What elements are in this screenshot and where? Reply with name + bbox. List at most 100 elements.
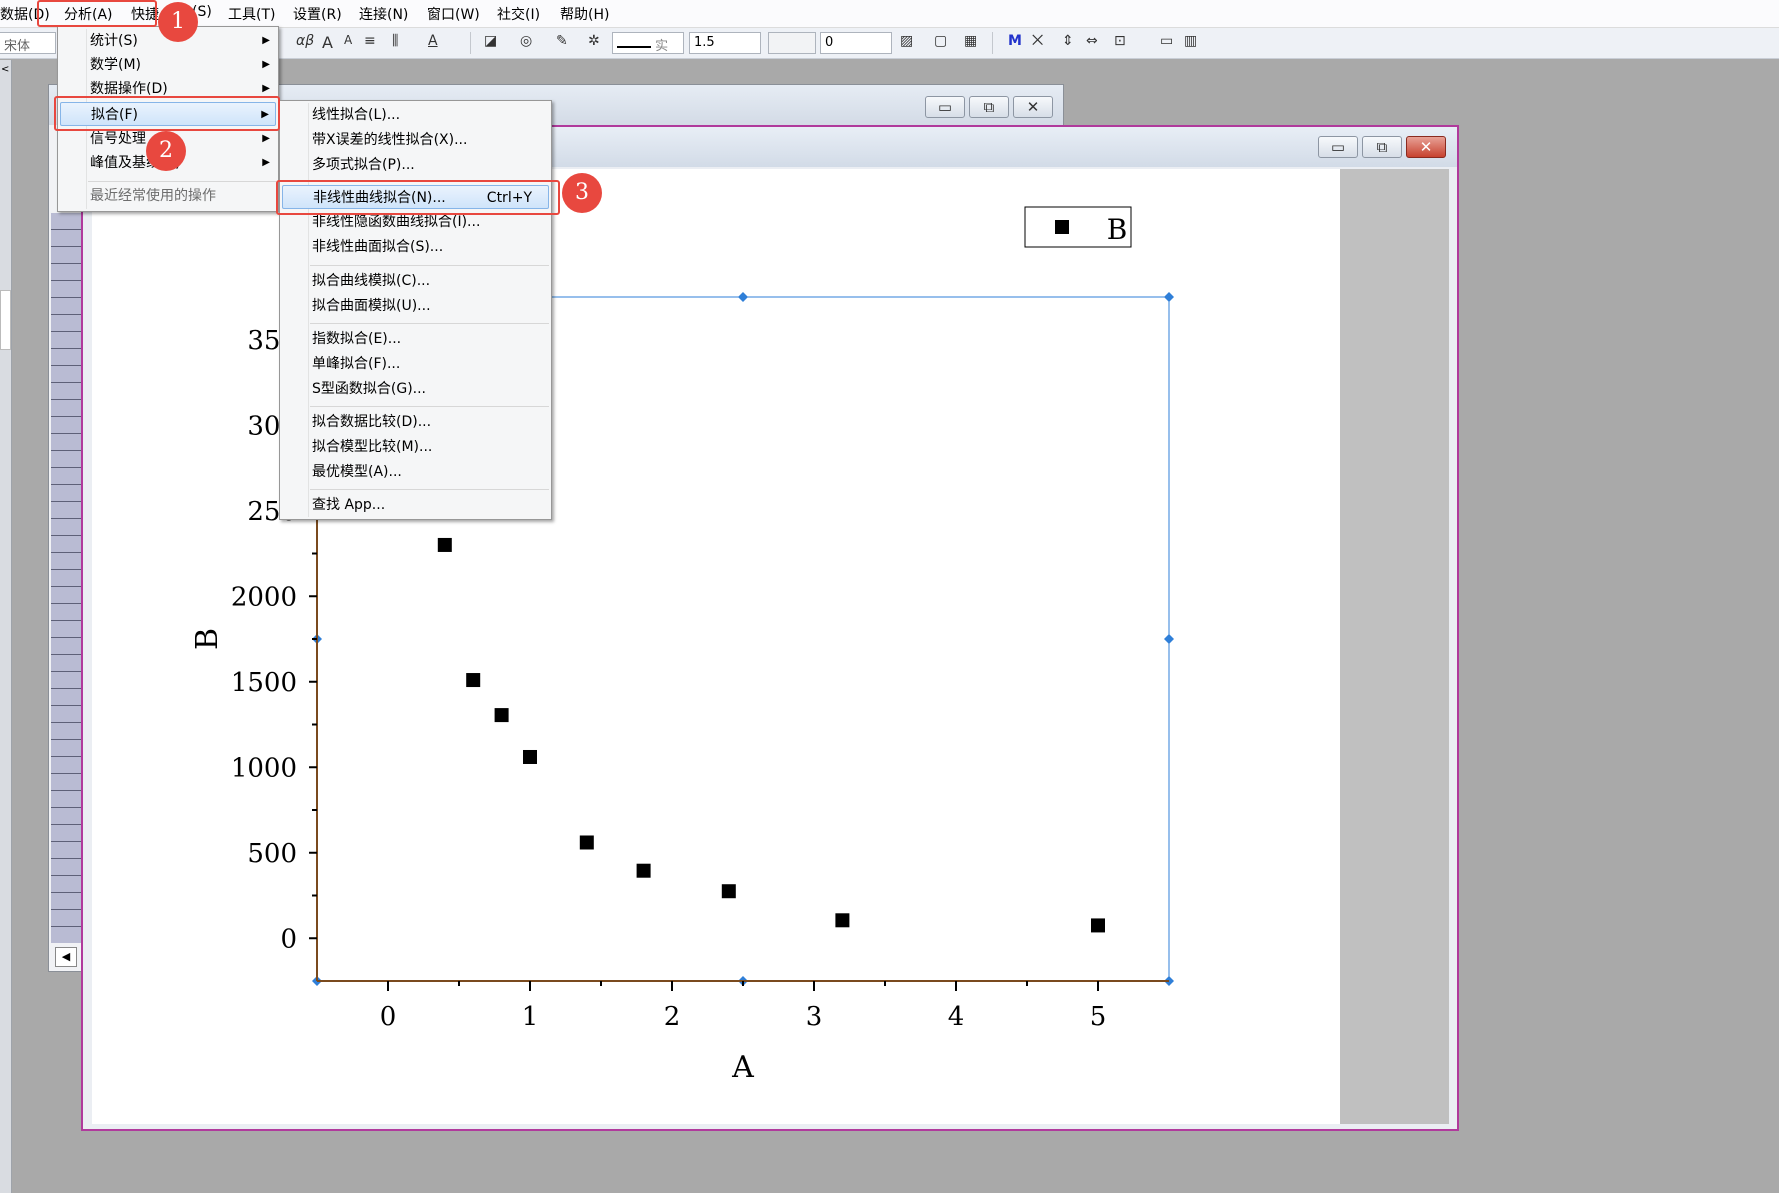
menu-item-recent-operations[interactable]: 最近经常使用的操作: [60, 184, 276, 208]
graph-minimize-button[interactable]: ▭: [1318, 136, 1358, 158]
dock-panel-tab[interactable]: [0, 290, 11, 350]
menu-item-label: 拟合曲线模拟(C)...: [312, 273, 431, 289]
distribute-h-icon[interactable]: ⇔: [1086, 33, 1098, 49]
menu-tools[interactable]: 工具(T): [228, 4, 275, 24]
line-color-icon[interactable]: ✎: [556, 33, 568, 49]
menu-item-linear-fit-x-error[interactable]: 带X误差的线性拟合(X)...: [282, 128, 549, 152]
collapse-icon[interactable]: <: [1, 64, 9, 75]
data-point: [466, 673, 481, 688]
menu-item-compare-models[interactable]: 拟合模型比较(M)...: [282, 435, 549, 459]
color-select[interactable]: [768, 32, 816, 54]
step-badge-3: 3: [562, 173, 602, 213]
menu-help[interactable]: 帮助(H): [560, 4, 609, 24]
submenu-arrow-icon: ▶: [262, 35, 270, 46]
line-width-select[interactable]: 1.5: [689, 32, 761, 54]
menu-item-rank-models[interactable]: 最优模型(A)...: [282, 460, 549, 484]
data-point: [636, 863, 651, 878]
menu-item-label: 数据操作(D): [90, 81, 168, 97]
menu-item-simulate-surface[interactable]: 拟合曲面模拟(U)...: [282, 294, 549, 318]
menu-item-exponential-fit[interactable]: 指数拟合(E)...: [282, 327, 549, 351]
menu-item-label: 多项式拟合(P)...: [312, 157, 415, 173]
menu-item-simulate-curve[interactable]: 拟合曲线模拟(C)...: [282, 269, 549, 293]
menu-item-label: 信号处理: [90, 131, 146, 147]
greek-icon[interactable]: αβ: [296, 33, 314, 49]
line-style-swatch: [617, 45, 651, 48]
menu-item-polynomial-fit[interactable]: 多项式拟合(P)...: [282, 153, 549, 177]
workbook-close-button[interactable]: ✕: [1013, 96, 1053, 118]
toolbar-separator: [992, 32, 993, 54]
menu-social[interactable]: 社交(I): [497, 4, 540, 24]
font-name-box[interactable]: 宋体: [0, 32, 56, 54]
merge-icon[interactable]: M: [1008, 33, 1022, 49]
menu-item-nonlinear-surface-fit[interactable]: 非线性曲面拟合(S)...: [282, 235, 549, 259]
hatch-icon[interactable]: ▨: [900, 33, 913, 49]
menu-item-label: 拟合数据比较(D)...: [312, 414, 432, 430]
menu-item-label: 拟合模型比较(M)...: [312, 439, 433, 455]
font-color-icon[interactable]: A: [428, 33, 438, 49]
x-tick-label: 4: [948, 1002, 965, 1032]
symbol-icon[interactable]: ✲: [588, 33, 600, 49]
menu-item-linear-fit[interactable]: 线性拟合(L)...: [282, 103, 549, 127]
data-point: [579, 835, 594, 850]
menu-connect[interactable]: 连接(N): [359, 4, 408, 24]
line-style-select[interactable]: 实: [612, 32, 684, 54]
graph-close-button[interactable]: ✕: [1406, 136, 1446, 158]
menubar: 数据(D) 分析(A) 快捷 (S) 工具(T) 设置(R) 连接(N) 窗口(…: [0, 0, 1779, 28]
menu-settings[interactable]: 设置(R): [293, 4, 342, 24]
y-tick-label: 1000: [231, 753, 297, 783]
menu-separator: [310, 406, 549, 407]
x-tick-label: 0: [380, 1002, 397, 1032]
menu-item-single-peak-fit[interactable]: 单峰拟合(F)...: [282, 352, 549, 376]
line-style-label: 实: [655, 39, 669, 54]
menu-item-label: 最近经常使用的操作: [90, 188, 216, 204]
pattern-icon[interactable]: ◎: [520, 33, 532, 49]
frame-icon[interactable]: ▭: [1160, 33, 1173, 49]
menu-item-math[interactable]: 数学(M) ▶: [60, 53, 276, 77]
menu-item-compare-datasets[interactable]: 拟合数据比较(D)...: [282, 410, 549, 434]
menu-window[interactable]: 窗口(W): [427, 4, 480, 24]
data-point: [494, 708, 509, 723]
step-badge-1: 1: [158, 2, 198, 42]
scroll-left-button[interactable]: ◀: [55, 947, 77, 967]
font-shrink-icon[interactable]: A: [344, 33, 352, 47]
y-tick-label: 1500: [231, 668, 297, 698]
align-icon[interactable]: ≡: [364, 33, 376, 49]
legend-marker: [1055, 220, 1069, 234]
x-tick-label: 5: [1090, 1002, 1107, 1032]
graph-maximize-button[interactable]: ⧉: [1362, 136, 1402, 158]
font-grow-icon[interactable]: A: [322, 33, 333, 52]
workbook-minimize-button[interactable]: ▭: [925, 96, 965, 118]
menu-item-label: 非线性曲面拟合(S)...: [312, 239, 444, 255]
x-tick-label: 2: [664, 1002, 681, 1032]
y-tick-label: 500: [247, 839, 297, 869]
resize-handle: [1164, 292, 1174, 302]
distribute-v-icon[interactable]: ⇕: [1062, 33, 1074, 49]
resize-handle: [738, 292, 748, 302]
fitting-submenu: 线性拟合(L)... 带X误差的线性拟合(X)... 多项式拟合(P)... 非…: [279, 100, 552, 520]
data-point: [1091, 918, 1105, 933]
menu-item-sigmoidal-fit[interactable]: S型函数拟合(G)...: [282, 377, 549, 401]
step-badge-2: 2: [146, 131, 186, 171]
left-dock-strip: <: [0, 60, 12, 1193]
menu-item-find-app[interactable]: 查找 App...: [282, 493, 549, 517]
lock-icon[interactable]: ⊡: [1114, 33, 1126, 49]
border-icon[interactable]: ▢: [934, 33, 947, 49]
unmerge-icon[interactable]: ⨉: [1032, 33, 1043, 49]
menu-item-label: 带X误差的线性拟合(X)...: [312, 132, 468, 148]
column-icon[interactable]: ⫼: [392, 33, 398, 49]
y-tick-label: 2000: [231, 582, 297, 612]
data-point: [721, 884, 736, 899]
menu-item-label: 数学(M): [90, 57, 142, 73]
fill-color-icon[interactable]: ◪: [484, 33, 497, 49]
menu-item-label: 线性拟合(L)...: [312, 107, 401, 123]
menu-separator: [310, 323, 549, 324]
data-point: [835, 913, 850, 928]
menu-item-label: 统计(S): [90, 33, 138, 49]
value-select[interactable]: 0: [820, 32, 892, 54]
submenu-arrow-icon: ▶: [262, 157, 270, 168]
workbook-maximize-button[interactable]: ⧉: [969, 96, 1009, 118]
layer-grid-icon[interactable]: ▥: [1184, 33, 1197, 49]
legend-label: B: [1107, 213, 1128, 246]
menu-separator: [310, 265, 549, 266]
grid-table-icon[interactable]: ▦: [964, 33, 977, 49]
